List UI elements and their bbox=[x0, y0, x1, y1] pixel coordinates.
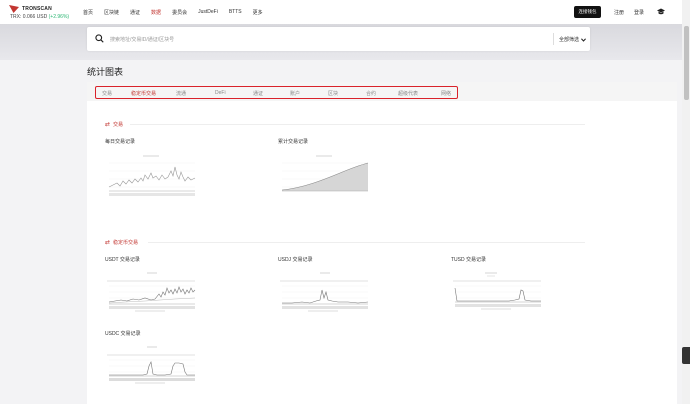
login-link[interactable]: 登录 bbox=[634, 9, 644, 16]
search-filter-dropdown[interactable]: 全部筛选 bbox=[559, 36, 587, 43]
chart-label-usdc: USDC 交易记录 bbox=[105, 331, 141, 337]
search-icon[interactable] bbox=[95, 34, 104, 43]
nav-item-tokens[interactable]: 通证 bbox=[130, 9, 140, 16]
nav-item-data[interactable]: 数据 bbox=[151, 9, 161, 16]
section-stablecoin-header: ⇄ 稳定币交易 bbox=[105, 239, 138, 246]
top-navbar: TRONSCAN TRX: 0.066 USD (+2.96%) 首页 区块链 … bbox=[0, 0, 682, 24]
main-menu: 首页 区块链 通证 数据 委员会 JustDeFi BTTS 更多 bbox=[83, 9, 274, 16]
daily-transactions-chart-thumbnail[interactable] bbox=[105, 153, 197, 199]
swap-arrows-icon: ⇄ bbox=[105, 240, 111, 246]
tab-defi[interactable]: DeFi bbox=[215, 90, 226, 96]
section-divider bbox=[130, 124, 585, 125]
connect-wallet-button[interactable]: 连接钱包 bbox=[574, 6, 601, 18]
cumulative-transactions-chart-thumbnail[interactable] bbox=[278, 153, 370, 199]
nav-item-btts[interactable]: BTTS bbox=[229, 9, 242, 16]
trx-price-value: TRX: 0.066 USD bbox=[10, 14, 48, 20]
tab-transactions[interactable]: 交易 bbox=[102, 90, 112, 97]
usdt-chart-thumbnail[interactable] bbox=[105, 270, 197, 316]
section-transactions-header: ⇄ 交易 bbox=[105, 121, 123, 128]
tab-blocks[interactable]: 区块 bbox=[328, 90, 338, 97]
chart-label-daily-transactions: 每日交易记录 bbox=[105, 139, 136, 145]
search-bar: 搜索地址/交易ID/通证/区块号 全部筛选 bbox=[87, 27, 590, 51]
search-divider bbox=[553, 33, 554, 45]
chart-label-usdj: USDJ 交易记录 bbox=[278, 257, 313, 263]
nav-item-home[interactable]: 首页 bbox=[83, 9, 93, 16]
scrollbar-thumb[interactable] bbox=[684, 26, 689, 100]
tab-stablecoin[interactable]: 稳定币交易 bbox=[131, 90, 156, 97]
section-stablecoin-title: 稳定币交易 bbox=[113, 240, 139, 246]
page-title: 统计图表 bbox=[87, 67, 124, 77]
nav-item-blockchain[interactable]: 区块链 bbox=[104, 9, 119, 16]
chart-label-cumulative-transactions: 累计交易记录 bbox=[278, 139, 309, 145]
search-input[interactable]: 搜索地址/交易ID/通证/区块号 bbox=[110, 36, 174, 43]
swap-arrows-icon: ⇄ bbox=[105, 122, 111, 128]
nav-item-justdefi[interactable]: JustDeFi bbox=[198, 9, 218, 16]
register-link[interactable]: 注册 bbox=[614, 9, 624, 16]
logo[interactable]: TRONSCAN bbox=[9, 5, 52, 13]
tab-network[interactable]: 网络 bbox=[441, 90, 451, 97]
usdj-chart-thumbnail[interactable] bbox=[278, 270, 370, 316]
search-filter-label: 全部筛选 bbox=[559, 37, 580, 43]
nav-item-more[interactable]: 更多 bbox=[253, 9, 263, 16]
tab-contracts[interactable]: 合约 bbox=[366, 90, 376, 97]
tab-super-representatives[interactable]: 超级代表 bbox=[398, 90, 418, 97]
tab-accounts[interactable]: 账户 bbox=[290, 90, 300, 97]
graduation-cap-icon[interactable] bbox=[657, 8, 665, 15]
tronscan-logo-icon bbox=[9, 5, 19, 13]
tusd-chart-thumbnail[interactable] bbox=[451, 270, 543, 316]
chevron-down-icon bbox=[581, 38, 587, 42]
tab-circulation[interactable]: 流通 bbox=[176, 90, 186, 97]
chart-label-tusd: TUSD 交易记录 bbox=[451, 257, 487, 263]
section-divider bbox=[148, 242, 585, 243]
chart-label-usdt: USDT 交易记录 bbox=[105, 257, 140, 263]
trx-price-change: (+2.96%) bbox=[48, 14, 70, 20]
usdc-chart-thumbnail[interactable] bbox=[105, 344, 197, 390]
tab-tokens[interactable]: 通证 bbox=[253, 90, 263, 97]
side-float-button[interactable] bbox=[682, 347, 690, 364]
logo-text: TRONSCAN bbox=[22, 6, 52, 12]
nav-item-committee[interactable]: 委员会 bbox=[172, 9, 187, 16]
trx-price: TRX: 0.066 USD (+2.96%) bbox=[10, 14, 69, 20]
section-transactions-title: 交易 bbox=[113, 122, 124, 128]
